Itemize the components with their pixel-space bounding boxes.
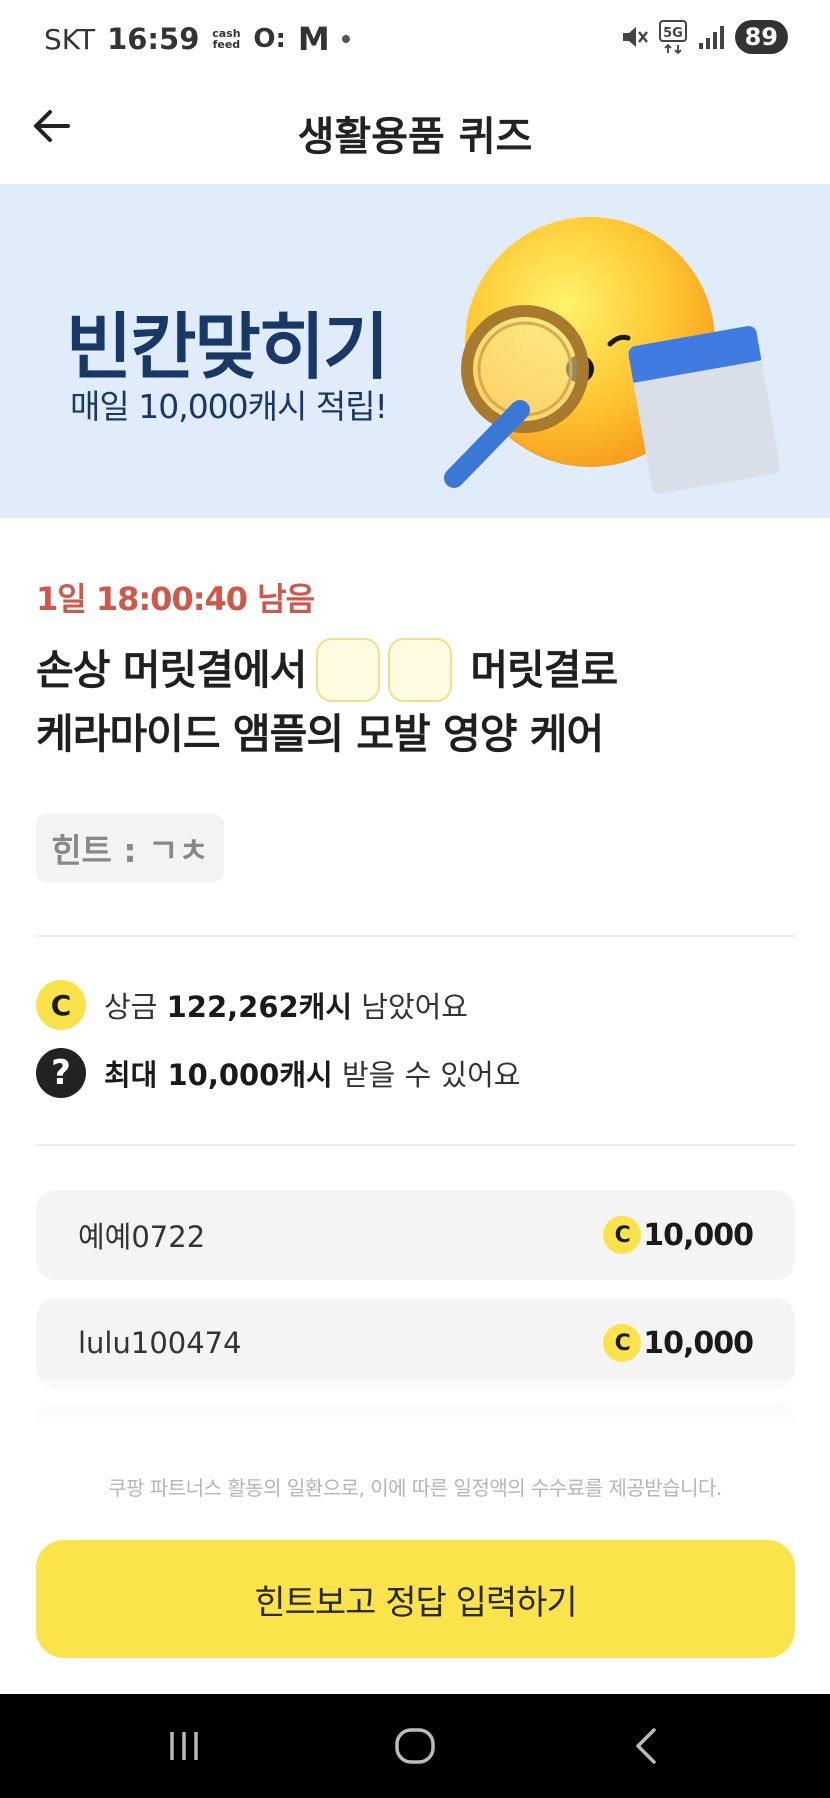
prize-remaining-row: C 상금 122,262캐시 남았어요: [36, 980, 468, 1030]
divider: [36, 935, 795, 937]
list-fade-overlay: [0, 1380, 830, 1480]
max-reward-amount: 최대 10,000캐시: [104, 1058, 333, 1092]
oc-app-icon: O:: [253, 24, 286, 54]
system-back-button[interactable]: [618, 1716, 678, 1776]
quiz-question: 손상 머릿결에서 머릿결로 케라마이드 앰플의 모발 영양 케어: [36, 638, 796, 766]
prize-amount: 122,262캐시: [166, 990, 353, 1024]
home-button[interactable]: [385, 1716, 445, 1776]
svg-text:5G: 5G: [663, 26, 683, 41]
status-bar: SKT 16:59 cash feed O: M 5G 89: [0, 0, 830, 78]
coin-icon: C: [603, 1216, 642, 1254]
m-app-icon: M: [297, 20, 330, 58]
winner-amount-value: 10,000: [643, 1325, 754, 1361]
winner-amount: C 10,000: [603, 1216, 754, 1254]
network-5g-icon: 5G: [658, 20, 687, 54]
magnifier-emoji-illustration: [444, 217, 780, 494]
winner-row: 예예0722 C 10,000: [36, 1190, 795, 1280]
home-icon: [395, 1728, 435, 1764]
system-nav-bar: [0, 1694, 830, 1798]
app-header: 생활용품 퀴즈: [0, 78, 830, 184]
winner-name: 예예0722: [78, 1220, 206, 1254]
recent-apps-button[interactable]: [154, 1716, 214, 1776]
battery-indicator: 89: [734, 20, 788, 54]
divider: [36, 1144, 795, 1146]
back-icon: [636, 1728, 656, 1764]
carrier-label: SKT: [44, 22, 96, 56]
banner-title: 빈칸맞히기: [66, 305, 389, 389]
banner-subtitle: 매일 10,000캐시 적립!: [70, 387, 388, 426]
prize-suffix: 남았어요: [361, 990, 468, 1024]
prize-prefix: 상금: [104, 990, 158, 1024]
question-mark-icon: ?: [36, 1048, 86, 1098]
affiliate-disclaimer: 쿠팡 파트너스 활동의 일환으로, 이에 따른 일정액의 수수료를 제공받습니다…: [108, 1476, 722, 1500]
question-text-after: 머릿결로: [470, 646, 618, 694]
countdown-timer: 1일 18:00:40 남음: [36, 580, 315, 618]
page-title: 생활용품 퀴즈: [297, 114, 533, 160]
winner-amount: C 10,000: [603, 1324, 754, 1362]
winner-name: lulu100474: [78, 1326, 242, 1360]
enter-answer-button[interactable]: 힌트보고 정답 입력하기: [36, 1540, 795, 1658]
answer-blank-2: [388, 638, 453, 702]
notification-dot-icon: [341, 35, 350, 43]
question-line-1: 손상 머릿결에서 머릿결로: [36, 638, 796, 702]
question-line-2: 케라마이드 앰플의 모발 영양 케어: [36, 710, 604, 758]
signal-icon: [698, 26, 724, 49]
winner-amount-value: 10,000: [643, 1217, 754, 1253]
coin-icon: C: [36, 980, 86, 1030]
winner-row: lulu100474 C 10,000: [36, 1298, 795, 1388]
quiz-banner: 빈칸맞히기 매일 10,000캐시 적립!: [0, 184, 830, 518]
mute-icon: [622, 27, 648, 47]
recent-apps-icon: [170, 1732, 198, 1760]
hint-chip: 힌트 : ㄱㅊ: [36, 814, 224, 882]
max-reward-row: ? 최대 10,000캐시 받을 수 있어요: [36, 1048, 520, 1098]
answer-blank-1: [316, 638, 381, 702]
max-reward-suffix: 받을 수 있어요: [341, 1058, 521, 1092]
cashfeed-icon: cash feed: [212, 27, 241, 51]
question-text-before: 손상 머릿결에서: [36, 646, 307, 694]
clock: 16:59: [107, 22, 200, 56]
coin-icon: C: [603, 1324, 642, 1362]
